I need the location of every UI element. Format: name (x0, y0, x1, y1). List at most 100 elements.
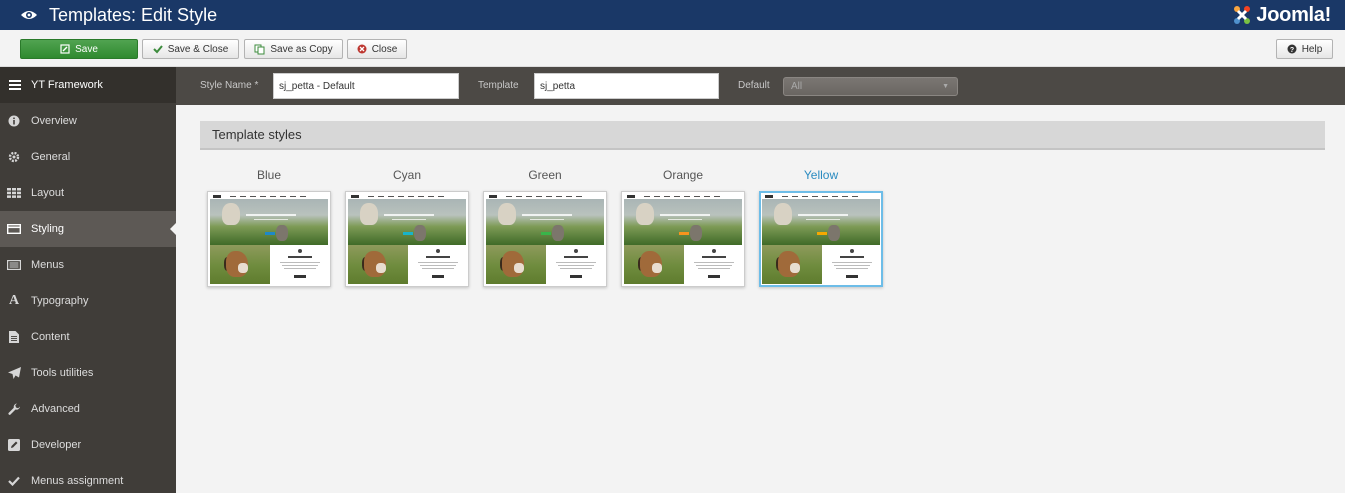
gear-icon (7, 150, 21, 164)
edit-icon (7, 438, 21, 452)
preview-muzzle (238, 263, 248, 273)
style-label-orange[interactable]: Orange (621, 168, 745, 182)
sidebar-item-menus[interactable]: Menus (0, 247, 176, 283)
style-label-green[interactable]: Green (483, 168, 607, 182)
file-icon (7, 330, 21, 344)
sidebar-item-label: Styling (31, 223, 65, 235)
preview-hero-text (798, 214, 848, 216)
joomla-logo-icon (1234, 6, 1251, 24)
caret-down-icon: ▼ (942, 83, 949, 90)
preview-welcome-heading (288, 256, 312, 258)
style-thumbnail-blue[interactable] (207, 191, 331, 287)
preview-hero-subtext (392, 219, 426, 220)
preview-hero-text (246, 214, 296, 216)
thumbnail-preview (486, 194, 604, 284)
sidebar-item-developer[interactable]: Developer (0, 427, 176, 463)
sidebar-item-layout[interactable]: Layout (0, 175, 176, 211)
preview-dog-2 (552, 225, 564, 241)
sidebar-item-overview[interactable]: Overview (0, 103, 176, 139)
preview-menu (644, 196, 724, 197)
sidebar-item-label: Menus (31, 259, 65, 271)
close-label: Close (371, 43, 398, 55)
default-label: Default (738, 80, 770, 91)
preview-dog (774, 203, 792, 225)
preview-accent-button (817, 232, 827, 235)
preview-beagle-image (624, 245, 684, 284)
sidebar-item-styling[interactable]: Styling (0, 211, 176, 247)
preview-welcome-heading (702, 256, 726, 258)
save-close-button[interactable]: Save & Close (142, 39, 239, 59)
save-button[interactable]: Save (20, 39, 138, 59)
font-icon: A (8, 293, 20, 308)
style-thumbnail-green[interactable] (483, 191, 607, 287)
sidebar-header[interactable]: YT Framework (0, 67, 176, 103)
style-thumbnail-yellow[interactable] (759, 191, 883, 287)
sidebar-item-content[interactable]: Content (0, 319, 176, 355)
template-input[interactable] (534, 73, 719, 99)
style-form-bar: Style Name * Template Default All ▼ (176, 67, 1345, 105)
preview-line (556, 262, 596, 263)
sidebar-item-typography[interactable]: A Typography (0, 283, 176, 319)
style-label-blue[interactable]: Blue (207, 168, 331, 182)
preview-muzzle (652, 263, 662, 273)
preview-line (282, 265, 318, 266)
preview-hero (624, 199, 742, 245)
preview-line (696, 265, 732, 266)
sidebar-item-advanced[interactable]: Advanced (0, 391, 176, 427)
thumbnail-preview (348, 194, 466, 284)
sidebar-item-label: General (31, 151, 71, 163)
preview-welcome-icon (298, 249, 302, 253)
preview-menu (782, 196, 862, 197)
wrench-icon (7, 402, 21, 416)
sidebar-title: YT Framework (31, 79, 103, 91)
preview-line (698, 268, 730, 269)
save-close-label: Save & Close (167, 43, 229, 55)
style-thumbnail-cyan[interactable] (345, 191, 469, 287)
help-button[interactable]: ? Help (1276, 39, 1333, 59)
sidebar-item-label: Menus assignment (31, 475, 124, 487)
sidebar-item-menus-assignment[interactable]: Menus assignment (0, 463, 176, 493)
preview-muzzle (514, 263, 524, 273)
preview-dog (222, 203, 240, 225)
sidebar-item-label: Advanced (31, 403, 80, 415)
preview-welcome (684, 245, 742, 284)
preview-logo (213, 195, 221, 198)
style-label-yellow[interactable]: Yellow (759, 168, 883, 182)
preview-line (284, 268, 316, 269)
preview-hero (486, 199, 604, 245)
header-bar: Templates: Edit Style Joomla! (0, 0, 1345, 30)
style-thumbnail-orange[interactable] (621, 191, 745, 287)
sidebar-item-tools-utilities[interactable]: Tools utilities (0, 355, 176, 391)
preview-line (420, 265, 456, 266)
default-select[interactable]: All ▼ (783, 77, 958, 96)
close-circle-icon (357, 44, 367, 54)
preview-logo (765, 195, 773, 198)
preview-accent-button (541, 232, 551, 235)
preview-dog (498, 203, 516, 225)
preview-button (570, 275, 582, 278)
joomla-logo[interactable]: Joomla! (1231, 0, 1331, 30)
help-label: Help (1301, 43, 1323, 55)
preview-menu (506, 196, 586, 197)
preview-welcome-icon (436, 249, 440, 253)
style-label-cyan[interactable]: Cyan (345, 168, 469, 182)
preview-hero-subtext (668, 219, 702, 220)
preview-welcome-icon (712, 249, 716, 253)
preview-beagle-image (762, 245, 822, 284)
preview-logo (627, 195, 635, 198)
save-as-copy-button[interactable]: Save as Copy (244, 39, 343, 59)
template-label: Template (478, 80, 519, 91)
preview-dog-2 (414, 225, 426, 241)
preview-accent-button (265, 232, 275, 235)
preview-dog (360, 203, 378, 225)
preview-menu (368, 196, 448, 197)
sidebar-item-label: Typography (31, 295, 89, 307)
save-copy-label: Save as Copy (270, 43, 333, 55)
hamburger-icon[interactable] (9, 80, 21, 90)
sidebar-item-general[interactable]: General (0, 139, 176, 175)
preview-menu (230, 196, 310, 197)
preview-line (422, 268, 454, 269)
style-name-input[interactable] (273, 73, 459, 99)
close-button[interactable]: Close (347, 39, 407, 59)
preview-accent-button (679, 232, 689, 235)
